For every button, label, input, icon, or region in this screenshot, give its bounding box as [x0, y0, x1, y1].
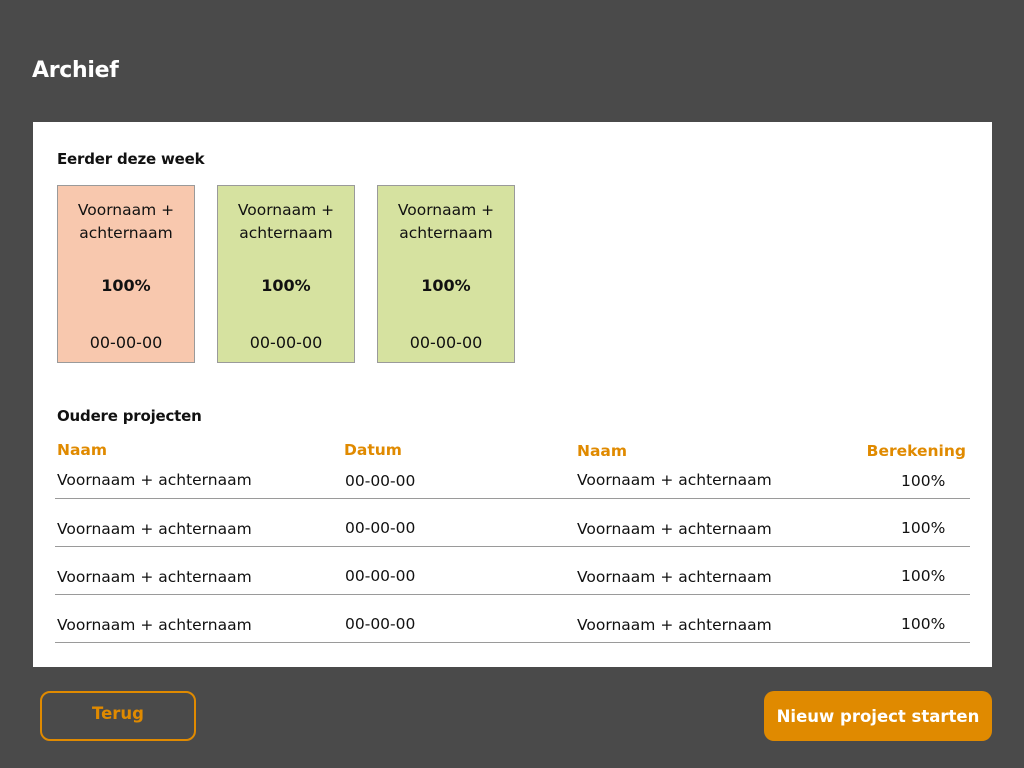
table-row[interactable]: Voornaam + achternaam 00-00-00 Voornaam …	[55, 451, 970, 499]
cell-naam-2: Voornaam + achternaam	[577, 568, 772, 586]
older-section-heading: Oudere projecten	[57, 407, 202, 425]
card-percentage: 100%	[101, 276, 151, 295]
cell-datum: 00-00-00	[345, 519, 416, 537]
table-row[interactable]: Voornaam + achternaam 00-00-00 Voornaam …	[55, 595, 970, 643]
back-button[interactable]: Terug	[40, 691, 196, 741]
cell-berekening: 100%	[901, 615, 946, 633]
cell-berekening: 100%	[901, 519, 946, 537]
page-title: Archief	[32, 58, 119, 83]
cell-naam-2: Voornaam + achternaam	[577, 471, 772, 489]
card-date: 00-00-00	[249, 333, 323, 352]
table-row[interactable]: Voornaam + achternaam 00-00-00 Voornaam …	[55, 547, 970, 595]
recent-project-card[interactable]: Voornaam + achternaam 100% 00-00-00	[57, 185, 195, 363]
card-name: Voornaam + achternaam	[237, 201, 335, 242]
cell-naam-2: Voornaam + achternaam	[577, 616, 772, 634]
recent-section-heading: Eerder deze week	[57, 150, 205, 168]
cell-naam: Voornaam + achternaam	[57, 520, 252, 538]
card-percentage: 100%	[261, 276, 311, 295]
cell-datum: 00-00-00	[345, 472, 416, 490]
card-percentage: 100%	[421, 276, 471, 295]
cell-naam-2: Voornaam + achternaam	[577, 520, 772, 538]
cell-datum: 00-00-00	[345, 567, 416, 585]
cell-naam: Voornaam + achternaam	[57, 568, 252, 586]
table-row[interactable]: Voornaam + achternaam 00-00-00 Voornaam …	[55, 499, 970, 547]
card-name: Voornaam + achternaam	[397, 201, 495, 242]
recent-project-card[interactable]: Voornaam + achternaam 100% 00-00-00	[377, 185, 515, 363]
new-project-button[interactable]: Nieuw project starten	[764, 691, 992, 741]
card-date: 00-00-00	[89, 333, 163, 352]
cell-naam: Voornaam + achternaam	[57, 616, 252, 634]
card-name: Voornaam + achternaam	[77, 201, 175, 242]
archive-panel: Eerder deze week Voornaam + achternaam 1…	[33, 122, 992, 667]
cell-berekening: 100%	[901, 472, 946, 490]
recent-project-card[interactable]: Voornaam + achternaam 100% 00-00-00	[217, 185, 355, 363]
cell-datum: 00-00-00	[345, 615, 416, 633]
cell-berekening: 100%	[901, 567, 946, 585]
cell-naam: Voornaam + achternaam	[57, 471, 252, 489]
card-date: 00-00-00	[409, 333, 483, 352]
